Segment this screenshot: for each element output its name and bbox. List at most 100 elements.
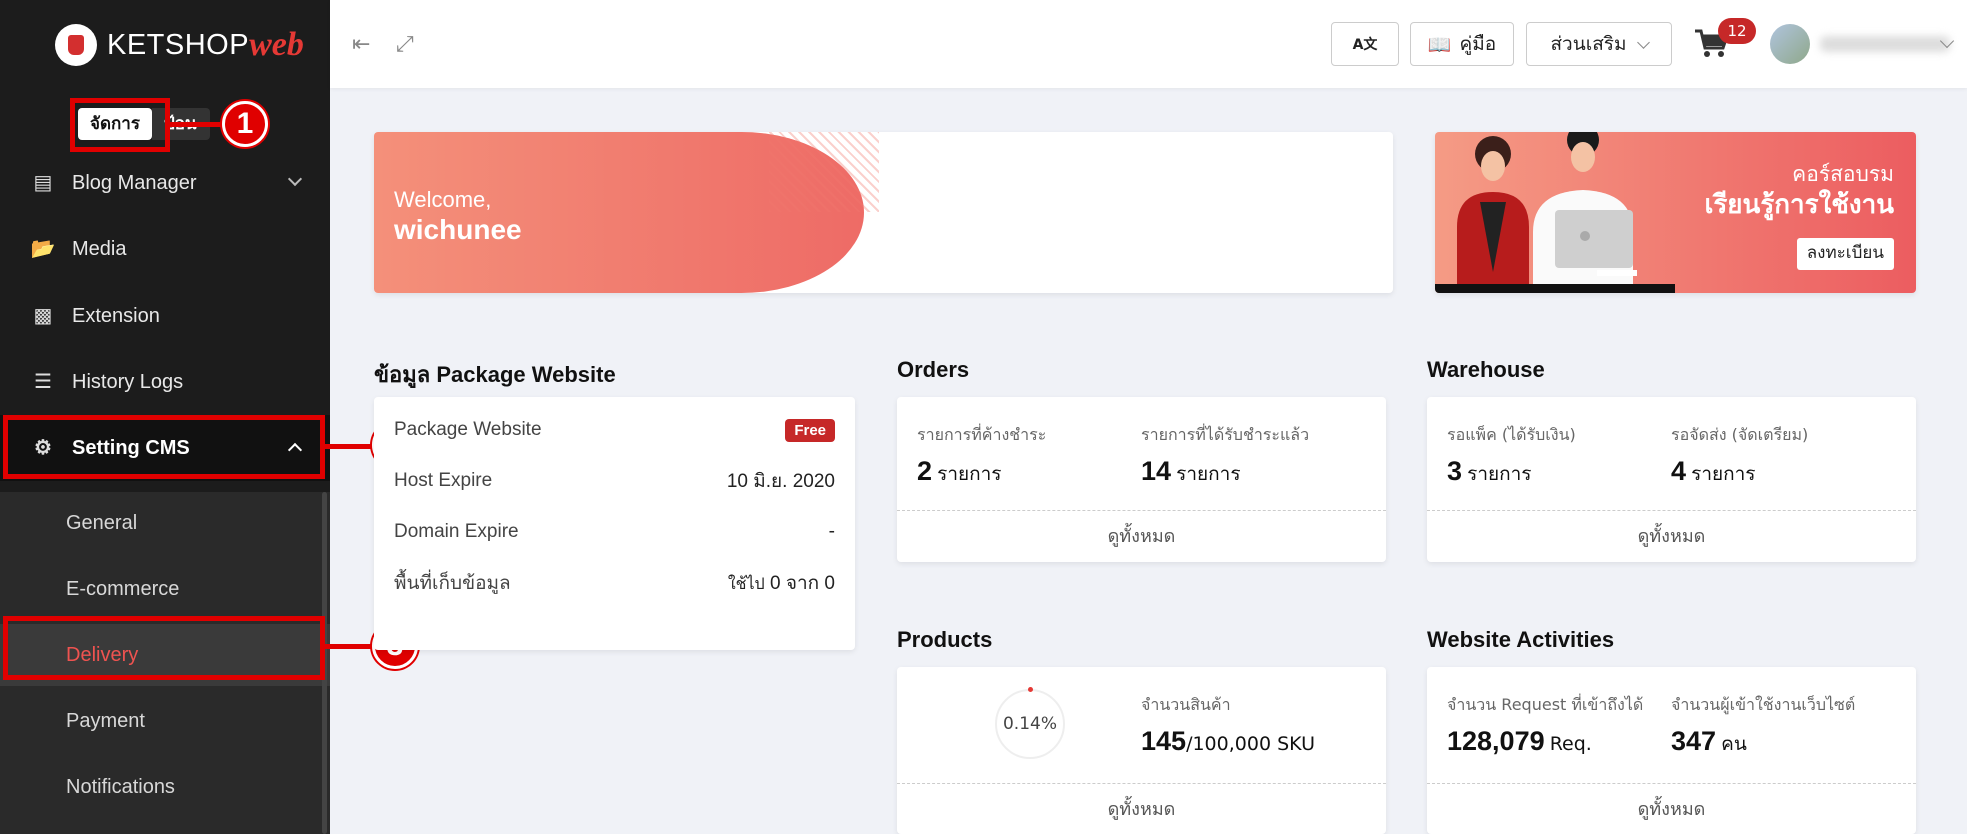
cart-count-badge: 12: [1718, 18, 1756, 44]
orders-card: รายการที่ค้างชำระ 2 รายการ รายการที่ได้ร…: [897, 397, 1386, 562]
host-expire-value: 10 มิ.ย. 2020: [726, 471, 835, 492]
activities-view-all-link[interactable]: ดูทั้งหมด: [1427, 783, 1916, 834]
list-icon: ☰: [34, 371, 52, 393]
sidebar-item-label: Extension: [72, 304, 160, 327]
puzzle-icon: ▩: [33, 305, 53, 327]
blog-icon: ▤: [33, 172, 53, 194]
stat-label: รอจัดส่ง (จัดเตรียม): [1671, 425, 1809, 444]
stat-value: 145/100,000 SKU: [1141, 726, 1315, 757]
book-icon: 📖: [1427, 33, 1452, 56]
stat-label: รายการที่ได้รับชำระแล้ว: [1141, 425, 1310, 444]
domain-expire-value: -: [828, 521, 835, 542]
submenu-item-notifications[interactable]: Notifications: [0, 756, 330, 818]
stat-value: 2 รายการ: [917, 456, 1046, 489]
brand-logo[interactable]: KETSHOP web: [55, 22, 304, 68]
username-redacted[interactable]: [1820, 36, 1950, 52]
stat-number: 128,079: [1447, 726, 1545, 756]
storage-used-value: 0: [769, 573, 781, 594]
callout-line-1: [168, 122, 228, 127]
activities-card: จำนวน Request ที่เข้าถึงได้ 128,079 Req.…: [1427, 667, 1916, 834]
products-card: 0.14% จำนวนสินค้า 145/100,000 SKU ดูทั้ง…: [897, 667, 1386, 834]
domain-expire-row: Domain Expire -: [394, 517, 835, 547]
sidebar-item-label: Media: [72, 237, 127, 260]
stat-number: 3: [1447, 456, 1463, 486]
warehouse-shipping-stat: รอจัดส่ง (จัดเตรียม) 4 รายการ: [1671, 423, 1808, 489]
manual-label: คู่มือ: [1459, 33, 1497, 55]
stat-unit: รายการ: [1467, 463, 1532, 485]
products-view-all-link[interactable]: ดูทั้งหมด: [897, 783, 1386, 834]
callout-line-3: [323, 644, 373, 649]
stat-unit: /100,000 SKU: [1186, 733, 1315, 755]
warehouse-packing-stat: รอแพ็ค (ได้รับเงิน) 3 รายการ: [1447, 423, 1576, 489]
orders-paid-stat: รายการที่ได้รับชำระแล้ว 14 รายการ: [1141, 423, 1309, 489]
stat-label: จำนวนผู้เข้าใช้งานเว็บไซต์: [1671, 695, 1856, 714]
avatar[interactable]: [1770, 24, 1810, 64]
sidebar-item-blog-manager[interactable]: ▤ Blog Manager: [0, 150, 330, 216]
stat-value: 14 รายการ: [1141, 456, 1309, 489]
stat-label: จำนวน Request ที่เข้าถึงได้: [1447, 695, 1644, 714]
requests-stat: จำนวน Request ที่เข้าถึงได้ 128,079 Req.: [1447, 693, 1643, 757]
stat-unit: คน: [1721, 733, 1747, 755]
translate-icon: A文: [1352, 37, 1378, 53]
storage-used-prefix: ใช้ไป: [727, 576, 765, 593]
stat-number: 4: [1671, 456, 1687, 486]
package-section-title: ข้อมูล Package Website: [374, 362, 616, 387]
stat-label: รอแพ็ค (ได้รับเงิน): [1447, 425, 1576, 444]
stat-unit: รายการ: [1176, 463, 1241, 485]
sidebar-item-label: Blog Manager: [72, 171, 197, 194]
logo-accent: web: [249, 26, 304, 63]
welcome-greeting: Welcome,: [394, 187, 492, 212]
package-card: Package Website Free Host Expire 10 มิ.ย…: [374, 397, 855, 650]
storage-of: จาก: [785, 573, 820, 594]
status-badge: Free: [785, 418, 835, 442]
welcome-banner: Welcome, wichunee: [374, 132, 1393, 293]
host-expire-label: Host Expire: [394, 470, 493, 491]
products-section-title: Products: [897, 627, 993, 652]
storage-value: ใช้ไป 0 จาก 0: [728, 568, 835, 598]
warehouse-card: รอแพ็ค (ได้รับเงิน) 3 รายการ รอจัดส่ง (จ…: [1427, 397, 1916, 562]
usage-progress-ring: 0.14%: [995, 689, 1065, 759]
fullscreen-icon[interactable]: ⤢: [396, 32, 414, 57]
course-banner[interactable]: คอร์สอบรม เรียนรู้การใช้งาน ลงทะเบียน: [1435, 132, 1916, 293]
stat-value: 347 คน: [1671, 726, 1855, 759]
stripe-decoration: [769, 132, 879, 212]
people-illustration: [1435, 132, 1675, 293]
stat-value: 128,079 Req.: [1447, 726, 1643, 757]
package-row-label: Package Website: [394, 419, 542, 440]
orders-pending-stat: รายการที่ค้างชำระ 2 รายการ: [917, 423, 1046, 489]
course-title: เรียนรู้การใช้งาน: [1704, 189, 1894, 219]
sidebar-item-history-logs[interactable]: ☰ History Logs: [0, 349, 330, 415]
addons-dropdown[interactable]: ส่วนเสริม: [1526, 22, 1672, 66]
submenu-item-general[interactable]: General: [0, 492, 330, 554]
orders-section-title: Orders: [897, 357, 970, 382]
addons-label: ส่วนเสริม: [1550, 33, 1627, 55]
sidebar-item-label: History Logs: [72, 370, 184, 393]
storage-row: พื้นที่เก็บข้อมูล ใช้ไป 0 จาก 0: [394, 568, 835, 598]
stat-label: รายการที่ค้างชำระ: [917, 425, 1047, 444]
warehouse-section-title: Warehouse: [1427, 357, 1545, 382]
welcome-username: wichunee: [394, 214, 522, 245]
stat-number: 14: [1141, 456, 1172, 486]
collapse-sidebar-icon[interactable]: ⇤: [352, 32, 370, 57]
stat-value: 3 รายการ: [1447, 456, 1576, 489]
sidebar-item-extension[interactable]: ▩ Extension: [0, 283, 330, 349]
logo-text: KETSHOP: [107, 28, 250, 61]
host-expire-row: Host Expire 10 มิ.ย. 2020: [394, 466, 835, 496]
stat-unit: รายการ: [1691, 463, 1756, 485]
manual-button[interactable]: 📖 คู่มือ: [1410, 22, 1514, 66]
callout-box-1: [70, 98, 170, 152]
submenu-item-ecommerce[interactable]: E-commerce: [0, 558, 330, 620]
stat-number: 145: [1141, 726, 1187, 756]
orders-view-all-link[interactable]: ดูทั้งหมด: [897, 510, 1386, 562]
domain-expire-label: Domain Expire: [394, 521, 519, 542]
progress-indicator-dot: [1028, 687, 1033, 692]
sidebar-item-media[interactable]: 📂 Media: [0, 216, 330, 282]
stat-unit: รายการ: [937, 463, 1002, 485]
translate-button[interactable]: A文: [1331, 22, 1399, 66]
stat-unit: Req.: [1549, 733, 1592, 755]
warehouse-view-all-link[interactable]: ดูทั้งหมด: [1427, 510, 1916, 562]
stat-number: 2: [917, 456, 933, 486]
register-button[interactable]: ลงทะเบียน: [1796, 238, 1894, 270]
submenu-item-payment[interactable]: Payment: [0, 690, 330, 752]
visitors-stat: จำนวนผู้เข้าใช้งานเว็บไซต์ 347 คน: [1671, 693, 1855, 759]
